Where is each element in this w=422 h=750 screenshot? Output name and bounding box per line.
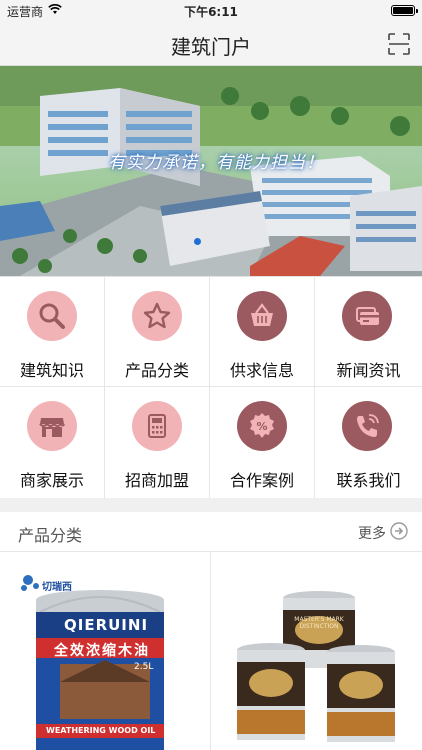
category-grid: 建筑知识 产品分类 供求信息 新闻资讯 商家展示 招商加盟 % 合作案例 联系我… (0, 276, 422, 499)
more-label: 更多 (358, 526, 386, 542)
category-item[interactable]: % 合作案例 (210, 387, 315, 499)
product-image (237, 591, 395, 742)
product-card[interactable]: 切瑞西 QIERUINI 全效浓缩木油 2.5L WEATHERING WOOD… (0, 552, 211, 750)
category-label: 供求信息 (229, 361, 294, 380)
page-title: 建筑门户 (171, 35, 251, 59)
nav-bar: 建筑门户 (0, 22, 422, 66)
product-card[interactable]: MASTER'S MARK DISTINCTION (211, 552, 422, 750)
category-label: 产品分类 (124, 361, 189, 380)
brand-label-en: QIERUINI (64, 616, 149, 634)
product-list: 切瑞西 QIERUINI 全效浓缩木油 2.5L WEATHERING WOOD… (0, 552, 422, 750)
category-label: 联系我们 (336, 471, 401, 490)
phone-icon (342, 401, 392, 451)
products-section-header: 产品分类 更多 (0, 512, 422, 552)
category-label: 建筑知识 (19, 361, 84, 380)
star-icon (132, 291, 182, 341)
category-item[interactable]: 供求信息 (210, 277, 315, 387)
search-icon (27, 291, 77, 341)
category-label: 合作案例 (229, 471, 294, 490)
banner-carousel[interactable]: 有实力承诺，有能力担当！ (0, 66, 422, 276)
calculator-icon (132, 401, 182, 451)
more-link[interactable]: 更多 (358, 522, 408, 544)
card-icon (342, 291, 392, 341)
brand-label-en: MASTER'S MARK DISTINCTION (294, 616, 344, 630)
status-bar: 运营商 下午6:11 (0, 0, 422, 22)
category-label: 新闻资讯 (336, 361, 401, 380)
category-item[interactable]: 建筑知识 (0, 277, 105, 387)
category-label: 商家展示 (19, 471, 84, 490)
category-item[interactable]: 商家展示 (0, 387, 105, 499)
battery-icon (391, 5, 418, 16)
product-name: 全效浓缩木油 (54, 643, 150, 659)
category-item[interactable]: 产品分类 (105, 277, 210, 387)
clock: 下午6:11 (184, 5, 238, 19)
store-icon (27, 401, 77, 451)
basket-icon (237, 291, 287, 341)
svg-text:%: % (256, 420, 267, 433)
arrow-right-icon (390, 522, 408, 544)
section-title: 产品分类 (18, 526, 83, 545)
category-item[interactable]: 招商加盟 (105, 387, 210, 499)
product-volume: 2.5L (134, 662, 154, 672)
category-label: 招商加盟 (124, 471, 189, 490)
banner-slogan: 有实力承诺，有能力担当！ (108, 153, 324, 173)
category-item[interactable]: 联系我们 (315, 387, 422, 499)
section-divider (0, 498, 422, 512)
percent-icon: % (237, 401, 287, 451)
product-subtitle: WEATHERING WOOD OIL (46, 726, 156, 735)
scan-icon[interactable] (388, 33, 410, 55)
carousel-indicator[interactable] (194, 238, 201, 245)
category-item[interactable]: 新闻资讯 (315, 277, 422, 387)
brand-label-cn: 切瑞西 (42, 582, 72, 593)
